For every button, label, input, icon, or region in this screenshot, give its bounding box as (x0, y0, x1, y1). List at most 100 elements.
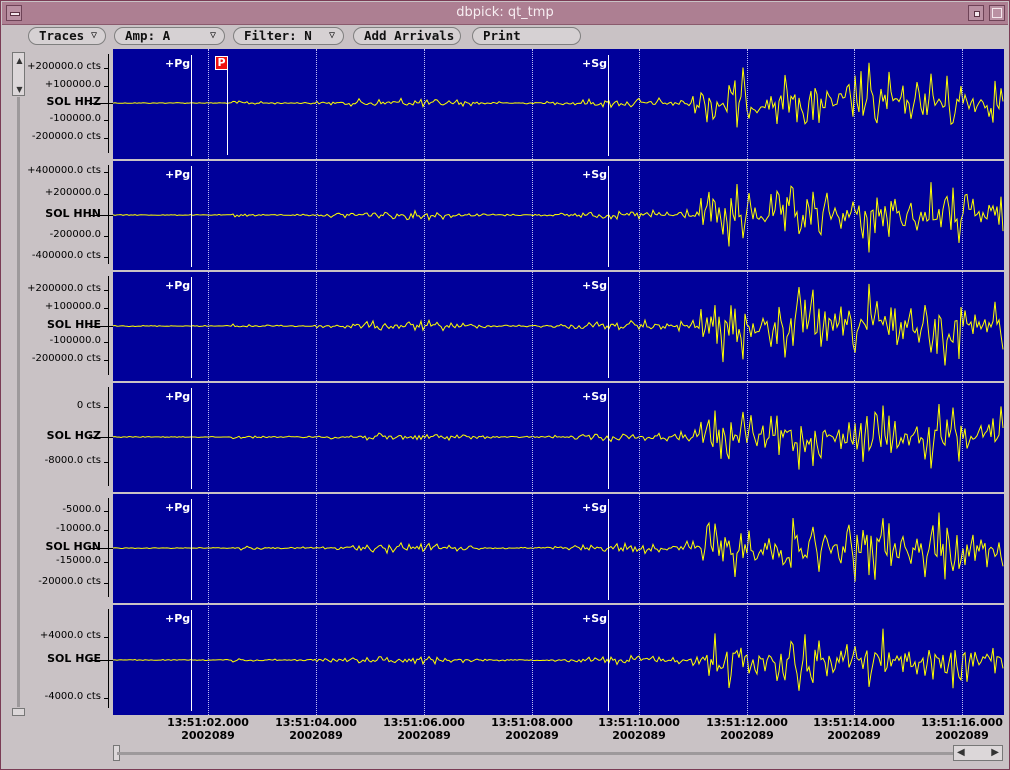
time-grid-line (747, 49, 748, 715)
panel-separator (113, 381, 1004, 383)
hscroll-track[interactable] (117, 752, 957, 755)
channel-label: SOL HHN (45, 207, 101, 220)
vscroll-end[interactable] (12, 708, 25, 716)
time-grid-line (962, 49, 963, 715)
time-tick-date: 2002089 (289, 729, 343, 742)
time-tick-time: 13:51:12.000 (706, 716, 788, 729)
sg-phase-label: +Sg (582, 279, 608, 292)
channel-center-tick (89, 215, 113, 216)
pg-phase-line[interactable] (191, 277, 192, 378)
iconify-icon[interactable] (968, 5, 984, 21)
waveform-trace-sol-hhe (113, 283, 1004, 366)
time-tick-date: 2002089 (720, 729, 774, 742)
channel-label: SOL HHZ (46, 95, 101, 108)
window-title: dbpick: qt_tmp (456, 5, 554, 20)
amplitude-tick-label: -4000.0 cts (44, 691, 101, 702)
title-bar[interactable]: dbpick: qt_tmp (2, 2, 1008, 25)
waveform-trace-sol-hhz (113, 62, 1004, 128)
maximize-icon[interactable] (989, 5, 1005, 21)
sg-phase-label: +Sg (582, 57, 608, 70)
sg-phase-line[interactable] (608, 277, 609, 378)
amplitude-tick-label: -100000.0 (49, 113, 101, 124)
time-tick-date: 2002089 (397, 729, 451, 742)
time-tick-time: 13:51:06.000 (383, 716, 465, 729)
channel-label: SOL HGE (47, 652, 101, 665)
horizontal-scrollbar[interactable]: ◀ ▶ (113, 745, 1003, 761)
time-tick-label: 13:51:16.000 2002089 (907, 716, 1010, 742)
panel-separator (113, 603, 1004, 605)
amplitude-tick-label: -15000.0 (56, 555, 101, 566)
amplitude-tick-label: -10000.0 (56, 523, 101, 534)
panel-separator (113, 270, 1004, 272)
channel-label: SOL HGZ (46, 429, 101, 442)
sg-phase-line[interactable] (608, 499, 609, 600)
time-tick-date: 2002089 (935, 729, 989, 742)
pg-phase-line[interactable] (191, 166, 192, 267)
dropdown-arrow-icon: ▽ (328, 30, 335, 41)
time-tick-date: 2002089 (827, 729, 881, 742)
traces-menu-button[interactable]: Traces ▽ (28, 27, 106, 45)
channel-center-tick (89, 548, 113, 549)
sg-phase-label: +Sg (582, 612, 608, 625)
amp-label: Amp: A (125, 28, 171, 43)
hscroll-thumb[interactable]: ◀ ▶ (953, 745, 1003, 761)
time-tick-time: 13:51:02.000 (167, 716, 249, 729)
time-tick-label: 13:51:10.000 2002089 (584, 716, 694, 742)
scroll-right-icon[interactable]: ▶ (991, 747, 999, 758)
amplitude-tick-label: +400000.0 cts (27, 165, 101, 176)
p-pick-line[interactable] (227, 69, 228, 155)
time-grid-line (208, 49, 209, 715)
pg-phase-line[interactable] (191, 388, 192, 489)
time-grid-line (639, 49, 640, 715)
sg-phase-line[interactable] (608, 166, 609, 267)
channel-center-tick (89, 326, 113, 327)
waveform-trace-sol-hgz (113, 403, 1004, 470)
time-tick-date: 2002089 (505, 729, 559, 742)
time-tick-time: 13:51:04.000 (275, 716, 357, 729)
time-tick-time: 13:51:10.000 (598, 716, 680, 729)
time-grid-line (854, 49, 855, 715)
amplitude-tick-label: -200000.0 (49, 229, 101, 240)
sg-phase-line[interactable] (608, 55, 609, 156)
panel-separator (113, 159, 1004, 161)
add-arrivals-button[interactable]: Add Arrivals (353, 27, 461, 45)
amplitude-tick-label: +200000.0 (44, 187, 101, 198)
pg-phase-label: +Pg (165, 168, 191, 181)
amplitude-tick-label: -20000.0 cts (38, 576, 101, 587)
pg-phase-line[interactable] (191, 610, 192, 711)
sg-phase-label: +Sg (582, 501, 608, 514)
channel-center-tick (89, 103, 113, 104)
amplitude-tick-label: -200000.0 cts (31, 131, 101, 142)
print-button[interactable]: Print (472, 27, 581, 45)
time-tick-date: 2002089 (181, 729, 235, 742)
filter-menu-button[interactable]: Filter: N ▽ (233, 27, 344, 45)
vertical-scrollbar[interactable]: ▲ ▼ (12, 52, 25, 716)
pg-phase-line[interactable] (191, 55, 192, 156)
time-grid-line (424, 49, 425, 715)
toolbar: Traces ▽ Amp: A ▽ Filter: N ▽ Add Arriva… (1, 25, 1010, 47)
amplitude-tick-label: -8000.0 cts (44, 455, 101, 466)
amplitude-tick-label: 0 cts (76, 400, 101, 411)
time-tick-date: 2002089 (612, 729, 666, 742)
pg-phase-label: +Pg (165, 57, 191, 70)
channel-label: SOL HHE (46, 318, 101, 331)
pg-phase-line[interactable] (191, 499, 192, 600)
time-tick-time: 13:51:08.000 (491, 716, 573, 729)
time-grid-line (316, 49, 317, 715)
time-tick-label: 13:51:08.000 2002089 (477, 716, 587, 742)
time-tick-time: 13:51:16.000 (921, 716, 1003, 729)
dbpick-window: dbpick: qt_tmp Traces ▽ Amp: A ▽ Filter:… (0, 0, 1010, 770)
amplitude-tick-label: -100000.0 (49, 335, 101, 346)
scroll-left-icon[interactable]: ◀ (957, 747, 965, 758)
sg-phase-label: +Sg (582, 390, 608, 403)
waveform-trace-sol-hgn (113, 512, 1004, 582)
waveform-display[interactable]: +Pg +Sg +Pg +Sg +Pg +Sg +Pg +Sg +Pg +Sg +Pg +Sg P (113, 49, 1004, 715)
sg-phase-line[interactable] (608, 610, 609, 711)
amp-menu-button[interactable]: Amp: A ▽ (114, 27, 225, 45)
sg-phase-line[interactable] (608, 388, 609, 489)
time-tick-time: 13:51:14.000 (813, 716, 895, 729)
p-pick-marker[interactable]: P (215, 56, 228, 70)
panel-separator (113, 492, 1004, 494)
sg-phase-label: +Sg (582, 168, 608, 181)
pg-phase-label: +Pg (165, 390, 191, 403)
